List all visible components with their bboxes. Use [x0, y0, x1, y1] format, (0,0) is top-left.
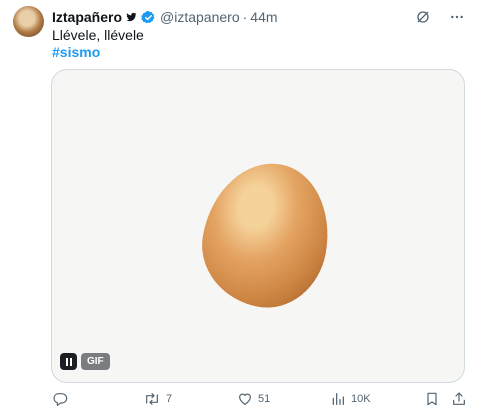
pause-icon: [65, 357, 73, 366]
share-icon: [451, 391, 467, 407]
timestamp[interactable]: 44m: [250, 9, 277, 25]
retweet-icon: [143, 391, 161, 407]
user-handle[interactable]: @iztapanero: [160, 9, 240, 25]
separator-dot: ·: [242, 9, 248, 25]
gif-badge: GIF: [81, 353, 110, 370]
reply-icon: [52, 391, 68, 407]
gif-controls: GIF: [60, 353, 110, 370]
views-count: 10K: [351, 393, 371, 405]
retweet-count: 7: [166, 393, 173, 405]
pause-button[interactable]: [60, 353, 77, 370]
display-name[interactable]: Iztapañero: [52, 9, 122, 25]
like-count: 51: [258, 393, 271, 405]
retweet-button[interactable]: 7: [143, 389, 172, 409]
bookmark-button[interactable]: [424, 389, 440, 409]
grok-icon[interactable]: [414, 8, 432, 26]
tweet-text: Llévele, llévele: [52, 27, 144, 43]
action-bar: 7 51 10K: [50, 389, 470, 409]
gif-media[interactable]: GIF: [51, 69, 465, 383]
views-button[interactable]: 10K: [330, 389, 371, 409]
bird-icon: [125, 11, 138, 23]
avatar[interactable]: [13, 6, 44, 37]
verified-badge-icon: [141, 10, 156, 25]
top-actions: [414, 8, 466, 26]
like-button[interactable]: 51: [237, 389, 270, 409]
gif-frame-image: [192, 153, 340, 317]
more-icon[interactable]: [448, 8, 466, 26]
reply-button[interactable]: [52, 389, 73, 409]
hashtag-link[interactable]: #sismo: [52, 43, 100, 61]
like-icon: [237, 391, 253, 407]
share-button[interactable]: [451, 389, 467, 409]
views-icon: [330, 391, 346, 407]
bookmark-icon: [424, 391, 440, 407]
